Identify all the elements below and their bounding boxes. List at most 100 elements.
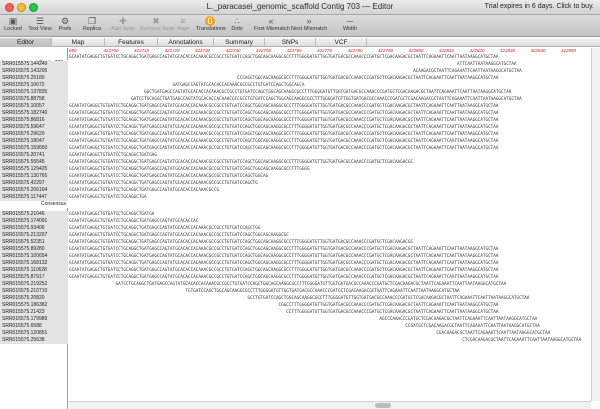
sequence-row[interactable]: GCAATATGAGGCTGTGATCCTGCAGGCTGATGAG	[69, 152, 157, 159]
tab-snps[interactable]: SNPs	[265, 38, 316, 47]
sequence-row[interactable]: GCAATATGAGGCTGTGATCCTGCAGGCTGATGAGCCAGTA…	[69, 260, 498, 267]
sequence-row[interactable]: GCAATATGAGGCTGTGATCCTGCAGGCTGATGAGCCAGTA…	[69, 103, 498, 110]
sequence-row[interactable]: GCAATATGAGGCTGTGATCCTGCAGGCTGATGAGCCAGTA…	[69, 166, 310, 173]
sequence-name[interactable]: SRR015575.144249	[0, 61, 68, 68]
sequence-name[interactable]: SRR015575.219252	[0, 281, 68, 288]
sequence-name[interactable]: SRR015575.206164	[0, 187, 68, 194]
sequence-row[interactable]: GCAATATGAGGCTGTGATCCTGCAGGCTGATGAGCCAGTA…	[69, 159, 413, 166]
prefs-button[interactable]: ⚙ Prefs	[55, 16, 75, 32]
sequence-name[interactable]: SRR015575.89280	[0, 246, 68, 253]
sequence-name[interactable]: SRR015575.182740	[0, 110, 68, 117]
text-view-button[interactable]: ☰ Text View	[27, 16, 53, 32]
translations-button[interactable]: 0 Translations	[196, 16, 226, 32]
sequence-row[interactable]: GATGAGCCAGTATGCACACCACAAACGCCGCCTGTGATCC…	[69, 82, 304, 89]
sequence-row[interactable]: GATCCTGCAGGCTGATGAGCCAGTATGCACACCACAAACG…	[69, 96, 522, 103]
tab-vcf[interactable]: VCF	[316, 38, 367, 47]
minimize-window-button[interactable]	[17, 3, 26, 12]
sequence-row[interactable]: GCAATATGAGGCTGTGATCCTGCAGGCTGA	[69, 194, 147, 201]
sequence-name[interactable]: SRR015575.20820	[0, 295, 68, 302]
sequence-row[interactable]: CGACAAGACGCTAATTCAGAAATTCAATTAATAAGGCATG…	[69, 330, 550, 337]
sequence-name[interactable]: SRR015575.10057	[0, 103, 68, 110]
sequence-name[interactable]: SRR015575.21423	[0, 309, 68, 316]
sequence-name[interactable]: SRR015575.120851	[0, 330, 68, 337]
sequence-row[interactable]: ACAAGACGCTAATTCAGAAATTCAATTAATAAGGCATGCT…	[69, 68, 522, 75]
sequence-name[interactable]: SRR015575.117447	[0, 194, 68, 201]
sequence-name[interactable]: SRR015575.6588	[0, 323, 68, 330]
sequence-row[interactable]: CCCAGCTGGCAGCAAGGCGCCTTTGGGGATGTTGGTGATG…	[69, 75, 498, 82]
sequence-name[interactable]: SRR015575.168132	[0, 260, 68, 267]
sequence-name[interactable]: SRR015575.110628	[0, 267, 68, 274]
sequence-row[interactable]: GCAATATGAGGCTGTGATCCTGCAGGCTGATGAGCCAGTA…	[69, 54, 498, 61]
sequence-row[interactable]: GCAATATGAGGCTGTGATCCTGCAGGCTGATGAGCCAGTA…	[69, 239, 413, 246]
sequence-row[interactable]: ATTCAATTAATAAGGCATGCTAA	[69, 61, 517, 68]
sequence-name[interactable]: SRR015575.42297	[0, 180, 68, 187]
locked-button[interactable]: ▣ Locked	[3, 16, 23, 32]
sequence-row[interactable]: GCAATATGAGGCTGTGATCCTGCAGGCTGATGAGCCAGTA…	[69, 180, 258, 187]
dots-button[interactable]: ∴ Dots	[227, 16, 247, 32]
sequence-row[interactable]: AGCCCAAACCCGATGCTCGACAAGACGCTAATTCAGAAAT…	[69, 316, 537, 323]
sequence-row[interactable]: GCAATATGAGGCTGTGATCCTGCAGGCTGATGAGCCAGTA…	[69, 110, 498, 117]
sequence-name[interactable]: SRR015575.159650	[0, 145, 68, 152]
sequence-name[interactable]: SRR015575.29620	[0, 131, 68, 138]
sequence-row[interactable]: CGGCCTTTGGGGATGTTGGTGATGACGCCAAACCCGATGC…	[69, 302, 499, 309]
sequence-name[interactable]: SRR015575.130765	[0, 173, 68, 180]
sequence-name[interactable]: SRR015575.86816	[0, 117, 68, 124]
sequence-row[interactable]: GCAATATGAGGCTGTGATCCTGCAGGCTGATGAGCCAGTA…	[69, 253, 498, 260]
next-mismatch-button[interactable]: » Next Mismatch	[291, 16, 327, 32]
sequence-name[interactable]: SRR015575.10672	[0, 82, 68, 89]
sequence-row[interactable]: GCAATATGAGGCTGTGATCCTGCAGGCTGATGAGCCAGTA…	[69, 267, 498, 274]
zoom-window-button[interactable]	[29, 3, 38, 12]
sequence-row[interactable]: GCAATATGAGGCTGTGATCCTGCAGGCTGATGAGCCAGTA…	[69, 138, 498, 145]
sequence-row[interactable]: GCAATATGAGGCTGTGATCCTGCAGGCTGATGAGCCAGTA…	[69, 225, 260, 232]
first-mismatch-button[interactable]: «First Mismatch	[254, 16, 290, 32]
sequence-name[interactable]: SRR015575.25180	[0, 75, 68, 82]
sequence-row[interactable]: GCAATATGAGGCTGTGATCCTGCAGGCTGATGAGCCAGTA…	[69, 232, 289, 239]
sequence-name[interactable]: SRR015575.210710	[0, 288, 68, 295]
sequence-row[interactable]: GCAATATGAGGCTGTGATCCTGCAGGCTGATGAGCCAGTA…	[69, 187, 219, 194]
sequence-name[interactable]: SRR015575.213297	[0, 232, 68, 239]
width-button[interactable]: ─ Width	[333, 16, 367, 32]
sequence-row[interactable]: GATCCTGCAGGCTGATGAGCCAGTATGCACACCACAAACG…	[69, 281, 507, 288]
sequence-name[interactable]: SRR015575.55545	[0, 159, 68, 166]
sequence-row[interactable]: CCGATGCTCGACAAGACGCTAATTCAGAAATTCAATTAAT…	[69, 323, 540, 330]
sequence-name[interactable]: SRR015575.137835	[0, 89, 68, 96]
sequence-name[interactable]: SRR015575.174091	[0, 218, 68, 225]
sequence-row[interactable]: GCAATATGAGGCTGTGATCCTGCAGGCTGATGAGCCAGTA…	[69, 246, 498, 253]
close-window-button[interactable]	[5, 3, 14, 12]
tab-annotations[interactable]: Annotations	[158, 38, 214, 47]
sequence-row[interactable]: GCAATATGAGGCTGTGATCCTGCAGGCTGATGAGCCAGTA…	[69, 274, 498, 281]
sequence-name[interactable]: SRR015575.21046	[0, 211, 68, 218]
sequence-row[interactable]: GCAATATGAGGCTGTGATCCTGCAGGCTGATGAGCCAGTA…	[69, 218, 198, 225]
sequence-name[interactable]: SRR015575.186382	[0, 302, 68, 309]
tab-editor[interactable]: Editor	[0, 38, 52, 47]
sequence-name[interactable]: SRR015575.93406	[0, 225, 68, 232]
horizontal-scrollbar[interactable]	[69, 401, 591, 409]
sequence-row[interactable]: TGTGATCCAGCTGGCAGCAAGGCGCCTTTGGGGATGTTGG…	[69, 288, 459, 295]
sequence-row[interactable]: GCAATATGAGGCTGTGATCCTGCAGGCTGATGAGCCAGTA…	[69, 145, 498, 152]
sequence-name[interactable]: SRR015575.88758	[0, 96, 68, 103]
sequence-row[interactable]: GCAATATGAGGCTGTGATCCTGCAGGCTGATGA	[69, 211, 154, 218]
sequence-name[interactable]: SRR015575.20741	[0, 152, 68, 159]
title-bar[interactable]: L._paracasei_genomic_scaffold Contig 703…	[0, 0, 600, 15]
tab-summary[interactable]: Summary	[214, 38, 265, 47]
sequence-name[interactable]: SRR015575.87917	[0, 274, 68, 281]
tab-map[interactable]: Map	[52, 38, 105, 47]
sequence-row[interactable]: GCAATATGAGGCTGTGATCCTGCAGGCTGATGAGCCAGTA…	[69, 124, 498, 131]
vertical-scrollbar[interactable]	[591, 48, 600, 401]
sequence-row[interactable]: GCAATATGAGGCTGTGATCCTGCAGGCTGATGAGCCAGTA…	[69, 117, 498, 124]
sequence-name[interactable]: SRR015575.100654	[0, 253, 68, 260]
sequence-name[interactable]: SRR015575.25638	[0, 337, 68, 344]
trial-notice[interactable]: Trial expires in 6 days. Click to buy.	[485, 3, 594, 10]
sequence-name[interactable]: SRR015575.52351	[0, 239, 68, 246]
sequence-row[interactable]: GCAATATGAGGCTGTGATCCTGCAGGCTGATGAGCCAGTA…	[69, 131, 498, 138]
sequence-row[interactable]: CTCGACAAGACGCTAATTCAGAAATTCAATTAATAAGGCA…	[69, 337, 581, 344]
sequence-name[interactable]: SRR015575.179989	[0, 316, 68, 323]
sequence-row[interactable]: GCCTGTGATCCAGCTGGCAGCAAGGCGCCTTTGGGGATGT…	[69, 295, 529, 302]
sequence-name[interactable]: SRR015575.18047	[0, 138, 68, 145]
sequence-name[interactable]: SRR015575.59647	[0, 124, 68, 131]
alignment-view[interactable]: GCAATATGAGGCTGTGATCCTGCAGGCTGATGAGCCAGTA…	[69, 54, 591, 401]
sequence-row[interactable]: GGCTGATGAGCCAGTATGCACACCACAAACGCCGCCTGTG…	[69, 89, 511, 96]
horizontal-scroll-thumb[interactable]	[375, 403, 391, 408]
sequence-name[interactable]: SRR015575.129425	[0, 166, 68, 173]
sequence-name[interactable]: SRR015575.143295	[0, 68, 68, 75]
